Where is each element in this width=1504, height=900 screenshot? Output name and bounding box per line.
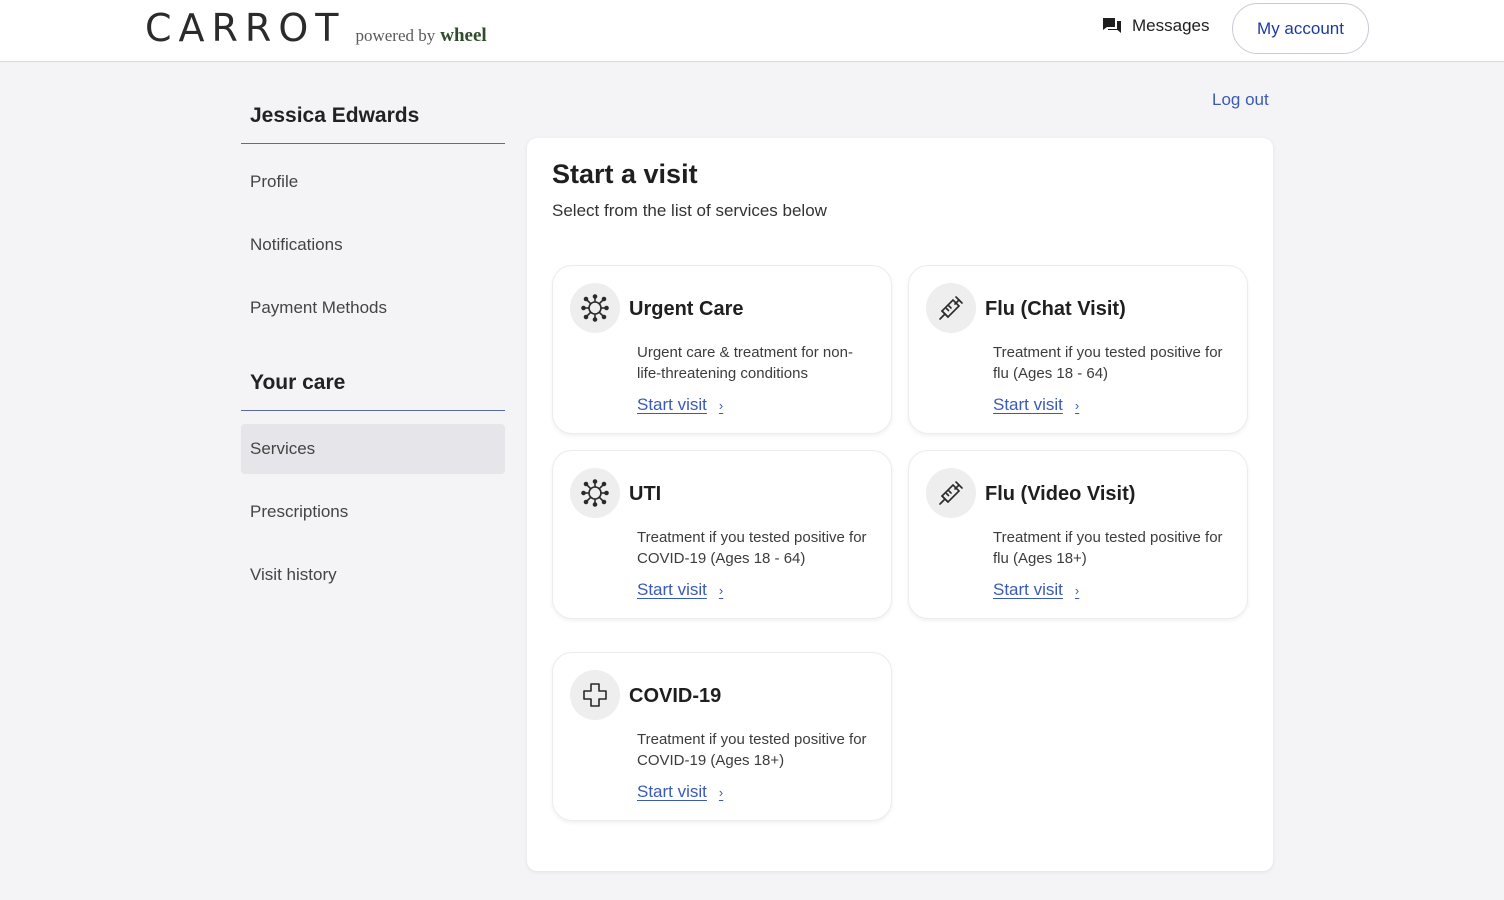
sidebar-item-profile[interactable]: Profile bbox=[241, 157, 505, 207]
service-card-uti[interactable]: UTI Treatment if you tested positive for… bbox=[552, 450, 892, 619]
logo-wordmark: CARROT bbox=[145, 6, 346, 50]
service-card-urgent-care[interactable]: Urgent Care Urgent care & treatment for … bbox=[552, 265, 892, 434]
partner-name: wheel bbox=[440, 25, 487, 46]
virus-icon bbox=[570, 468, 620, 518]
log-out-link[interactable]: Log out bbox=[1212, 90, 1269, 110]
start-visit-label: Start visit bbox=[637, 395, 707, 414]
virus-icon bbox=[570, 283, 620, 333]
start-visit-link[interactable]: Start visit › bbox=[637, 782, 723, 802]
service-title: Flu (Video Visit) bbox=[985, 483, 1136, 505]
start-visit-link[interactable]: Start visit › bbox=[637, 580, 723, 600]
sidebar-item-services[interactable]: Services bbox=[241, 424, 505, 474]
service-title: UTI bbox=[629, 483, 662, 505]
service-title: Urgent Care bbox=[629, 298, 744, 320]
service-title: COVID-19 bbox=[629, 685, 722, 707]
sidebar: Jessica Edwards Profile Notifications Pa… bbox=[241, 100, 505, 600]
chevron-right-icon: › bbox=[718, 397, 724, 413]
start-visit-label: Start visit bbox=[637, 580, 707, 599]
service-card-covid-19[interactable]: COVID-19 Treatment if you tested positiv… bbox=[552, 652, 892, 821]
chevron-right-icon: › bbox=[1074, 582, 1080, 598]
chevron-right-icon: › bbox=[1074, 397, 1080, 413]
start-visit-panel: Start a visit Select from the list of se… bbox=[527, 138, 1273, 871]
service-card-flu-video[interactable]: Flu (Video Visit) Treatment if you teste… bbox=[908, 450, 1248, 619]
start-visit-link[interactable]: Start visit › bbox=[637, 395, 723, 415]
medical-cross-icon bbox=[570, 670, 620, 720]
service-card-flu-chat[interactable]: Flu (Chat Visit) Treatment if you tested… bbox=[908, 265, 1248, 434]
sidebar-item-payment-methods[interactable]: Payment Methods bbox=[241, 283, 505, 333]
sidebar-item-visit-history[interactable]: Visit history bbox=[241, 550, 505, 600]
your-care-heading: Your care bbox=[241, 367, 505, 411]
chevron-right-icon: › bbox=[718, 784, 724, 800]
service-description: Urgent care & treatment for non-life-thr… bbox=[637, 344, 853, 382]
chevron-right-icon: › bbox=[718, 582, 724, 598]
start-visit-link[interactable]: Start visit › bbox=[993, 580, 1079, 600]
start-visit-link[interactable]: Start visit › bbox=[993, 395, 1079, 415]
user-name-heading: Jessica Edwards bbox=[241, 100, 505, 144]
sidebar-item-prescriptions[interactable]: Prescriptions bbox=[241, 487, 505, 537]
carrot-logo[interactable]: CARROT powered by wheel bbox=[145, 6, 487, 50]
messages-button[interactable]: Messages bbox=[1102, 16, 1209, 36]
chat-bubbles-icon bbox=[1102, 16, 1122, 36]
my-account-button[interactable]: My account bbox=[1232, 3, 1369, 54]
start-visit-label: Start visit bbox=[993, 395, 1063, 414]
syringe-icon bbox=[926, 468, 976, 518]
messages-label: Messages bbox=[1132, 16, 1210, 35]
service-description: Treatment if you tested positive for flu… bbox=[993, 529, 1223, 567]
powered-by-text: powered by bbox=[355, 26, 436, 45]
page-subtitle: Select from the list of services below bbox=[552, 201, 827, 220]
service-description: Treatment if you tested positive for flu… bbox=[993, 344, 1223, 382]
start-visit-label: Start visit bbox=[993, 580, 1063, 599]
start-visit-label: Start visit bbox=[637, 782, 707, 801]
service-description: Treatment if you tested positive for COV… bbox=[637, 731, 867, 769]
sidebar-item-notifications[interactable]: Notifications bbox=[241, 220, 505, 270]
service-description: Treatment if you tested positive for COV… bbox=[637, 529, 867, 567]
page-title: Start a visit bbox=[552, 159, 698, 189]
service-title: Flu (Chat Visit) bbox=[985, 298, 1126, 320]
top-header: CARROT powered by wheel Messages My acco… bbox=[0, 0, 1504, 62]
syringe-icon bbox=[926, 283, 976, 333]
